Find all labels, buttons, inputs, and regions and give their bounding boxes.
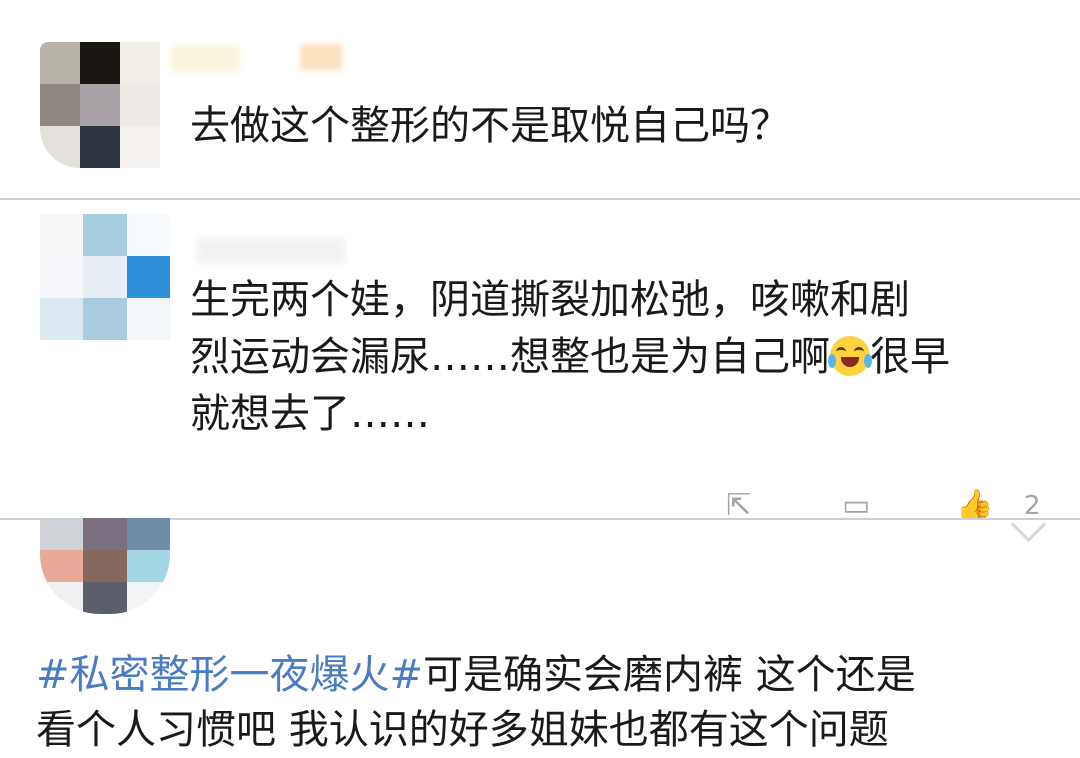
avatar-pixel [40, 214, 84, 256]
avatar-pixel [40, 42, 80, 84]
thumbs-up-icon[interactable]: 👍 [956, 490, 993, 521]
avatar-pixel [83, 298, 127, 340]
comment-card[interactable]: 去做这个整形的不是取悦自己吗？ [0, 0, 1080, 200]
avatar-pixel [126, 298, 170, 340]
avatar-pixel [80, 126, 120, 168]
avatar-pixel [120, 126, 160, 168]
comment-card[interactable]: 生完两个娃，阴道撕裂加松弛，咳嗽和剧 烈运动会漏尿……想整也是为自己啊 很早 就想… [0, 198, 1080, 520]
avatar-pixel [40, 126, 80, 168]
avatar-pixel [40, 550, 84, 582]
avatar-pixel [40, 298, 84, 340]
avatar[interactable] [40, 518, 170, 614]
comment-text-line: 就想去了…… [190, 391, 430, 437]
share-icon[interactable]: ⇱ [726, 490, 751, 521]
avatar-pixel [83, 214, 127, 256]
avatar-pixel [80, 42, 120, 84]
avatar-pixel [120, 42, 160, 84]
comment-card[interactable]: #私密整形一夜爆火#可是确实会磨内裤 这个还是 看个人习惯吧 我认识的好多姐妹也… [0, 518, 1080, 758]
comment-text-line: 可是确实会磨内裤 这个还是 [423, 652, 916, 698]
avatar-pixel [120, 84, 160, 126]
avatar-pixel [126, 582, 170, 614]
hashtag-link[interactable]: #私密整形一夜爆火# [36, 652, 423, 698]
chevron-down-icon[interactable] [1010, 518, 1047, 543]
comment-text-line: 看个人习惯吧 我认识的好多姐妹也都有这个问题 [36, 707, 889, 753]
comment-text: 去做这个整形的不是取悦自己吗？ [190, 103, 790, 149]
avatar-pixel [80, 84, 120, 126]
avatar[interactable] [40, 42, 160, 168]
avatar-pixel [126, 256, 170, 298]
username-blurred[interactable] [300, 44, 342, 70]
username-blurred[interactable] [170, 46, 240, 72]
action-bar: ⇱ ▭ 👍 2 [0, 490, 1080, 521]
like-count: 2 [1024, 491, 1041, 520]
avatar-pixel [40, 256, 84, 298]
avatar-pixel [83, 518, 127, 550]
username-blurred[interactable] [196, 238, 346, 264]
avatar-pixel [83, 256, 127, 298]
comment-text-line: 烈运动会漏尿……想整也是为自己啊 [190, 334, 830, 380]
comment-text-line: 很早 [870, 334, 950, 380]
comment-text-line: 生完两个娃，阴道撕裂加松弛，咳嗽和剧 [190, 277, 910, 323]
comment-text: #私密整形一夜爆火#可是确实会磨内裤 这个还是 看个人习惯吧 我认识的好多姐妹也… [36, 648, 1046, 758]
avatar-pixel [126, 214, 170, 256]
divider [0, 198, 1080, 200]
avatar-pixel [40, 518, 84, 550]
avatar-pixel [83, 550, 127, 582]
avatar-pixel [40, 582, 84, 614]
comment-icon[interactable]: ▭ [842, 490, 870, 521]
avatar-pixel [126, 518, 170, 550]
avatar-pixel [40, 84, 80, 126]
comment-text: 生完两个娃，阴道撕裂加松弛，咳嗽和剧 烈运动会漏尿……想整也是为自己啊 很早 就想… [190, 272, 1050, 443]
avatar[interactable] [40, 214, 170, 340]
laughing-crying-emoji [828, 336, 872, 376]
avatar-pixel [83, 582, 127, 614]
avatar-pixel [126, 550, 170, 582]
